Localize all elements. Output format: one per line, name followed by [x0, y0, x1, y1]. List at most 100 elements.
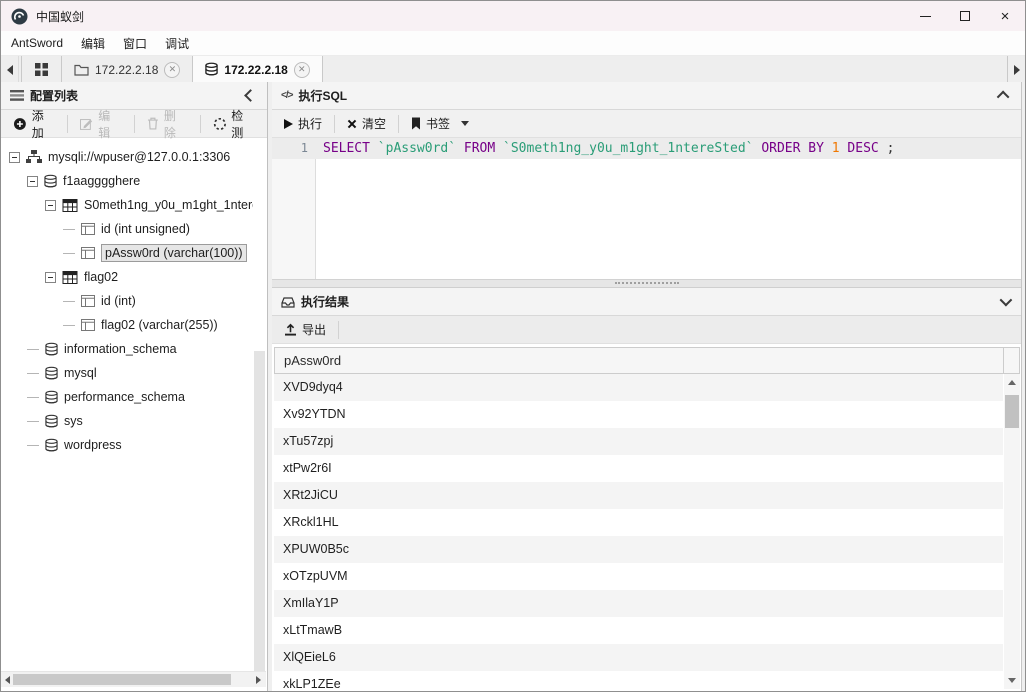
menu-antsword[interactable]: AntSword — [11, 36, 72, 50]
sql-panel-header: </> 执行SQL — [272, 82, 1021, 110]
menu-edit[interactable]: 编辑 — [72, 35, 114, 52]
tab-label: 172.22.2.18 — [95, 63, 158, 77]
tree-vertical-scrollbar-thumb[interactable] — [254, 351, 265, 671]
edit-button[interactable]: 编辑 — [68, 110, 134, 137]
tree-item-database[interactable]: sys — [1, 409, 253, 433]
result-row[interactable]: XmIlaY1P — [274, 590, 1003, 617]
tree-item-label: id (int) — [101, 294, 136, 308]
tree-connector — [27, 397, 39, 398]
results-vertical-scrollbar[interactable] — [1004, 374, 1020, 689]
tab-label: 172.22.2.18 — [224, 63, 287, 77]
tree-item-database[interactable]: information_schema — [1, 337, 253, 361]
sql-toolbar: 执行 清空 书签 — [272, 110, 1021, 138]
tab-scroll-right-button[interactable] — [1007, 56, 1025, 83]
result-row[interactable]: XVD9dyq4 — [274, 374, 1003, 401]
arrow-left-icon — [7, 65, 13, 75]
tab-close-icon[interactable]: ✕ — [294, 62, 310, 78]
arrow-right-icon — [1014, 65, 1020, 75]
column-icon — [81, 295, 95, 307]
tree-collapse-icon[interactable] — [45, 200, 56, 211]
tree-item-label: information_schema — [64, 342, 177, 356]
tree-item-column[interactable]: id (int) — [1, 289, 253, 313]
tree-item-column-selected[interactable]: pAssw0rd (varchar(100)) — [1, 241, 253, 265]
delete-label: 删除 — [164, 107, 188, 141]
edit-label: 编辑 — [98, 107, 122, 141]
minimize-button[interactable] — [905, 1, 945, 31]
results-rows: XVD9dyq4 Xv92YTDN xTu57zpj xtPw2r6I XRt2… — [274, 374, 1003, 691]
result-row[interactable]: xOTzpUVM — [274, 563, 1003, 590]
sql-panel-title: 执行SQL — [298, 87, 347, 104]
run-button[interactable]: 执行 — [272, 110, 334, 137]
tree-connector — [27, 349, 39, 350]
column-icon — [81, 247, 95, 259]
tree-item-table[interactable]: flag02 — [1, 265, 253, 289]
close-icon: × — [1001, 9, 1010, 24]
panel-splitter[interactable] — [272, 279, 1021, 288]
tree-item-column[interactable]: flag02 (varchar(255)) — [1, 313, 253, 337]
tab-file-manager[interactable]: 172.22.2.18 ✕ — [62, 56, 193, 83]
tree-item-column[interactable]: id (int unsigned) — [1, 217, 253, 241]
scroll-down-icon[interactable] — [1008, 678, 1016, 683]
tree-item-table[interactable]: S0meth1ng_y0u_m1ght_1ntereSted — [1, 193, 253, 217]
export-label: 导出 — [302, 321, 326, 338]
result-row[interactable]: XRckl1HL — [274, 509, 1003, 536]
bookmark-button[interactable]: 书签 — [399, 110, 481, 137]
tree-item-database[interactable]: mysql — [1, 361, 253, 385]
tree-item-connection[interactable]: mysqli://wpuser@127.0.0.1:3306 — [1, 145, 253, 169]
scroll-right-icon[interactable] — [256, 676, 261, 684]
result-row[interactable]: xLtTmawB — [274, 617, 1003, 644]
database-icon — [45, 342, 58, 357]
tab-scroll-left-button[interactable] — [1, 56, 19, 83]
tree-horizontal-scrollbar[interactable] — [1, 671, 266, 687]
sql-editor-line[interactable]: SELECT `pAssw0rd` FROM `S0meth1ng_y0u_m1… — [316, 138, 1021, 159]
tree-item-database[interactable]: wordpress — [1, 433, 253, 457]
column-header[interactable]: pAssw0rd — [275, 353, 1003, 368]
clear-label: 清空 — [362, 115, 386, 132]
result-row[interactable]: XRt2JiCU — [274, 482, 1003, 509]
collapse-panel-button[interactable] — [246, 91, 258, 100]
sql-editor[interactable]: 1 SELECT `pAssw0rd` FROM `S0meth1ng_y0u_… — [272, 138, 1021, 279]
menu-window[interactable]: 窗口 — [114, 35, 156, 52]
tab-close-icon[interactable]: ✕ — [164, 62, 180, 78]
tree-item-database[interactable]: performance_schema — [1, 385, 253, 409]
result-row[interactable]: xkLP1ZEe — [274, 671, 1003, 691]
result-row[interactable]: XlQEieL6 — [274, 644, 1003, 671]
folder-icon — [74, 63, 89, 76]
scroll-up-icon[interactable] — [1008, 380, 1016, 385]
result-row[interactable]: XPUW0B5c — [274, 536, 1003, 563]
tree-item-label: mysql — [64, 366, 97, 380]
vertical-scrollbar-thumb[interactable] — [1005, 395, 1019, 428]
run-label: 执行 — [298, 115, 322, 132]
config-toolbar: 添加 编辑 删除 — [1, 110, 267, 138]
database-icon — [45, 366, 58, 381]
menu-debug[interactable]: 调试 — [156, 35, 198, 52]
tree-collapse-icon[interactable] — [9, 152, 20, 163]
export-button[interactable]: 导出 — [272, 316, 338, 343]
tab-database[interactable]: 172.22.2.18 ✕ — [193, 56, 322, 83]
sql-token: `S0meth1ng_y0u_m1ght_1ntereSted` — [503, 141, 761, 156]
add-button[interactable]: 添加 — [1, 110, 67, 137]
result-row[interactable]: xTu57zpj — [274, 428, 1003, 455]
column-header-spacer — [1003, 348, 1019, 373]
trash-icon — [147, 117, 159, 130]
tree-collapse-icon[interactable] — [45, 272, 56, 283]
collapse-sql-button[interactable] — [1000, 91, 1012, 100]
maximize-button[interactable] — [945, 1, 985, 31]
result-row[interactable]: Xv92YTDN — [274, 401, 1003, 428]
clear-button[interactable]: 清空 — [335, 110, 398, 137]
horizontal-scrollbar-thumb[interactable] — [13, 674, 231, 685]
sql-workspace: </> 执行SQL 执行 清空 书签 — [272, 82, 1022, 691]
delete-button[interactable]: 删除 — [135, 110, 200, 137]
window-title: 中国蚁剑 — [36, 8, 84, 25]
close-button[interactable]: × — [985, 1, 1025, 31]
results-panel-header: 执行结果 — [272, 288, 1021, 316]
table-icon — [62, 271, 78, 284]
scroll-left-icon[interactable] — [5, 676, 10, 684]
result-row[interactable]: xtPw2r6I — [274, 455, 1003, 482]
tree-collapse-icon[interactable] — [27, 176, 38, 187]
check-button[interactable]: 检测 — [201, 110, 267, 137]
tab-home[interactable] — [21, 56, 62, 83]
collapse-results-button[interactable] — [1000, 297, 1012, 306]
plus-circle-icon — [13, 117, 27, 131]
tree-item-database[interactable]: f1aagggghere — [1, 169, 253, 193]
